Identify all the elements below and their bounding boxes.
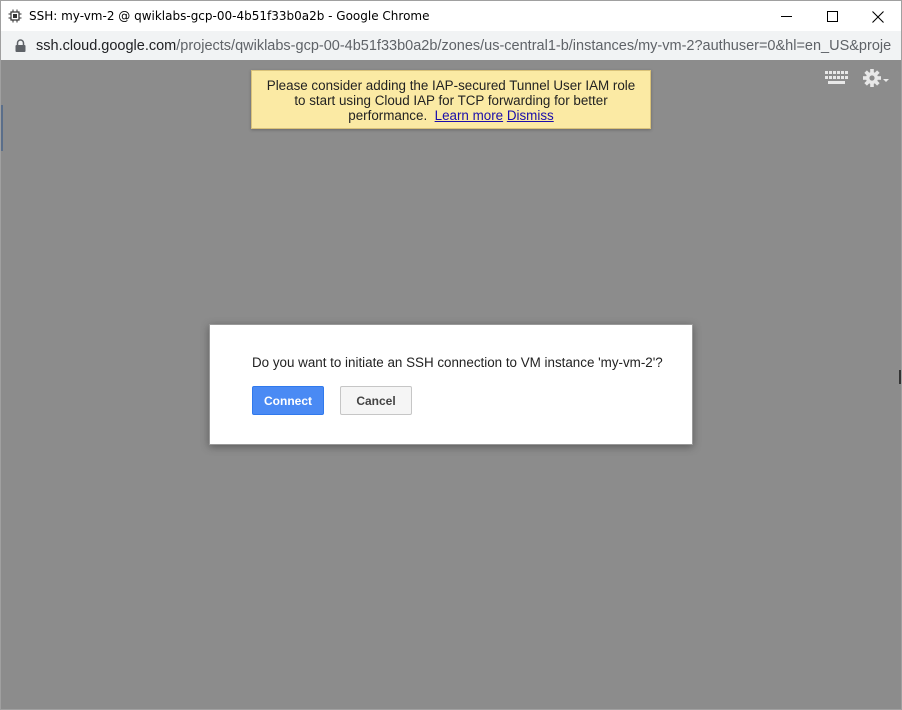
lock-icon[interactable] [14,39,26,53]
close-icon [872,10,884,23]
connect-button[interactable]: Connect [252,386,324,415]
banner-line-2: to start using Cloud IAP for TCP forward… [294,93,608,108]
window-controls [763,1,901,32]
app-icon [7,8,23,24]
close-button[interactable] [855,1,901,32]
banner-line-1: Please consider adding the IAP-secured T… [266,78,636,93]
gear-icon[interactable] [862,68,890,88]
edge-marker [899,370,901,384]
edge-marker [1,105,3,151]
address-bar[interactable]: ssh.cloud.google.com/projects/qwiklabs-g… [0,31,902,60]
dialog-message: Do you want to initiate an SSH connectio… [252,355,663,370]
cancel-button[interactable]: Cancel [340,386,412,415]
minimize-icon [780,16,792,17]
maximize-button[interactable] [809,1,855,32]
banner-line-3-text: performance. [348,108,428,123]
window-title: SSH: my-vm-2 @ qwiklabs-gcp-00-4b51f33b0… [29,9,430,23]
iap-notice-banner: Please consider adding the IAP-secured T… [251,70,651,129]
url-text[interactable]: ssh.cloud.google.com/projects/qwiklabs-g… [36,38,891,54]
keyboard-icon[interactable] [825,71,849,85]
url-host: ssh.cloud.google.com [36,37,177,54]
dismiss-link[interactable]: Dismiss [507,108,554,123]
banner-line-3: performance. Learn more Dismiss [252,108,650,123]
ssh-connect-dialog: Do you want to initiate an SSH connectio… [209,324,693,445]
maximize-icon [826,11,838,22]
window-titlebar: SSH: my-vm-2 @ qwiklabs-gcp-00-4b51f33b0… [0,0,902,31]
minimize-button[interactable] [763,1,809,32]
url-path: /projects/qwiklabs-gcp-00-4b51f33b0a2b/z… [176,37,891,54]
learn-more-link[interactable]: Learn more [435,108,503,123]
